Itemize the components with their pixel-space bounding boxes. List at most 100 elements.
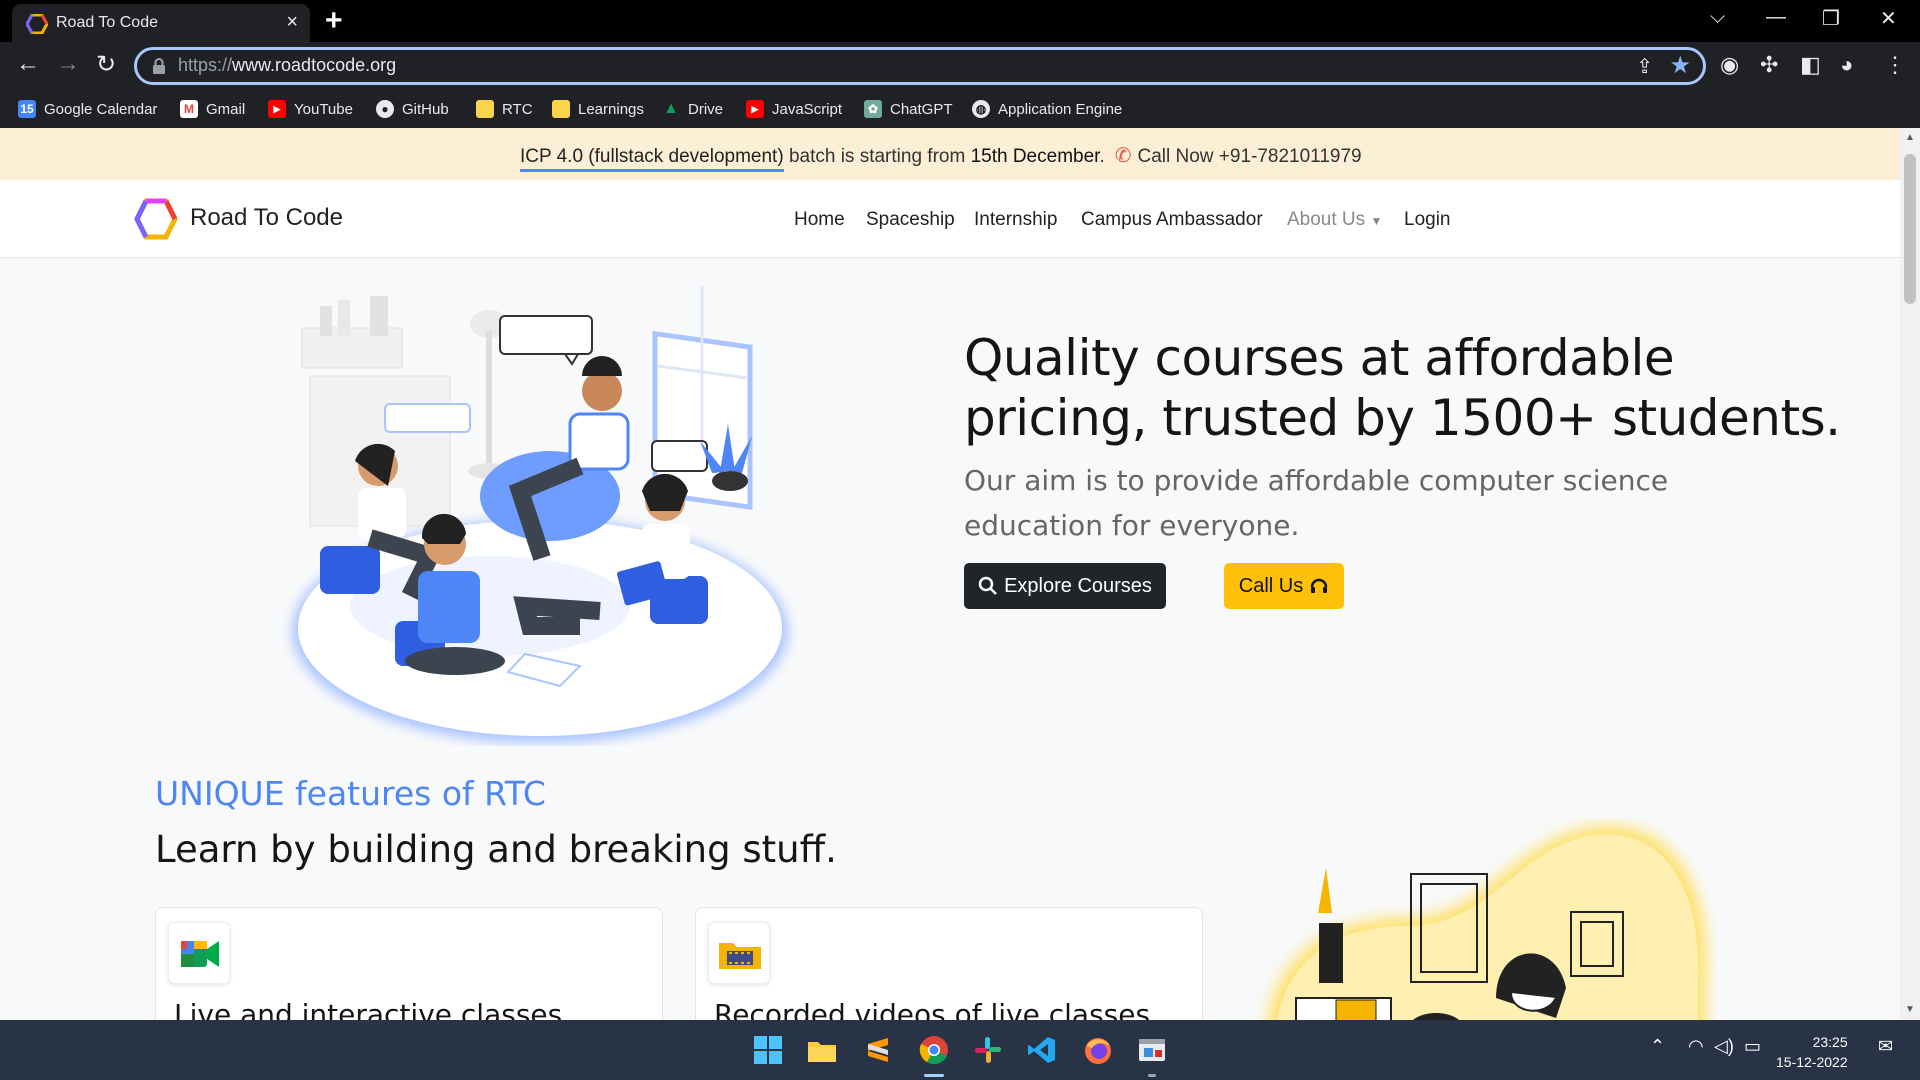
scroll-down-arrow-icon[interactable]: ▼ <box>1905 1004 1915 1015</box>
user-avatar-icon[interactable]: ◕ <box>1840 52 1853 78</box>
tab-search-icon[interactable]: ⌵ <box>1710 6 1725 29</box>
chrome-active-indicator <box>924 1074 944 1077</box>
features-heading: UNIQUE features of RTC <box>155 774 546 813</box>
windows-start-icon[interactable] <box>752 1034 784 1066</box>
volume-icon[interactable]: ◁) <box>1714 1036 1734 1057</box>
bookmark-rtc[interactable]: RTC <box>476 97 533 121</box>
chatgpt-icon: ✿ <box>864 100 882 118</box>
share-icon[interactable]: ⇪ <box>1636 54 1653 79</box>
rtc-favicon-icon <box>26 14 48 34</box>
folder-icon <box>476 100 494 118</box>
reload-button[interactable]: ↻ <box>96 50 116 79</box>
battery-icon[interactable]: ▭ <box>1744 1036 1761 1057</box>
rtc-logo-icon[interactable] <box>134 198 178 240</box>
features-illustration <box>1268 825 1707 1020</box>
back-button[interactable]: ← <box>16 50 40 78</box>
caret-down-icon: ▼ <box>1370 214 1383 228</box>
nav-about-us-dropdown[interactable]: About Us ▼ <box>1287 209 1382 231</box>
nav-login[interactable]: Login <box>1404 209 1451 231</box>
tab-close-icon[interactable]: × <box>286 11 298 34</box>
minimize-button[interactable]: — <box>1766 6 1786 29</box>
scrollbar-thumb[interactable] <box>1904 154 1916 304</box>
batch-date: 15th December <box>970 146 1100 167</box>
nav-home[interactable]: Home <box>794 209 845 231</box>
restore-button[interactable]: ❐ <box>1822 6 1840 31</box>
bookmark-youtube[interactable]: ▶ YouTube <box>268 97 353 121</box>
app-running-indicator <box>1148 1074 1156 1077</box>
google-meet-icon <box>168 922 230 984</box>
feature-card-title: Live and interactive classes. <box>174 998 572 1020</box>
feature-card-live-classes[interactable]: Live and interactive classes. <box>155 907 663 1020</box>
call-us-label: Call Us <box>1238 574 1304 597</box>
announcement-period: . <box>1099 146 1105 167</box>
scroll-up-arrow-icon[interactable]: ▲ <box>1905 132 1915 143</box>
menu-kebab-icon[interactable]: ⋮ <box>1884 52 1906 78</box>
sublime-text-icon[interactable] <box>862 1034 894 1066</box>
chrome-icon[interactable] <box>918 1034 950 1066</box>
file-explorer-icon[interactable] <box>806 1034 838 1066</box>
hero-title: Quality courses at affordable pricing, t… <box>964 329 1841 447</box>
feature-card-recorded-videos[interactable]: Recorded videos of live classes. <box>695 907 1203 1020</box>
bookmark-github[interactable]: ● GitHub <box>376 97 449 121</box>
new-tab-button[interactable]: + <box>325 4 343 38</box>
clock-date: 15-12-2022 <box>1776 1054 1848 1070</box>
browser-tab[interactable]: Road To Code × <box>12 4 310 42</box>
phone-icon: ✆ <box>1114 145 1132 167</box>
notifications-icon[interactable]: ✉ <box>1878 1036 1893 1057</box>
search-icon <box>978 576 997 595</box>
call-now-link[interactable]: Call Now +91-7821011979 <box>1137 146 1361 167</box>
address-bar[interactable]: https://www.roadtocode.org ⇪ ★ <box>134 47 1706 85</box>
calendar-icon: 15 <box>18 100 36 118</box>
bookmark-drive[interactable]: ▲ Drive <box>662 97 723 121</box>
windows-taskbar: ⌃ ◠ ◁) ▭ 23:25 15-12-2022 ✉ <box>0 1020 1920 1080</box>
folder-icon <box>552 100 570 118</box>
side-panel-icon[interactable]: ◧ <box>1800 52 1821 78</box>
brand-name[interactable]: Road To Code <box>190 204 343 232</box>
headset-icon <box>1310 578 1328 593</box>
hero-people-illustration <box>292 286 788 743</box>
icp-course-link[interactable]: ICP 4.0 (fullstack development) <box>520 146 784 172</box>
announcement-bar: ICP 4.0 (fullstack development) batch is… <box>0 128 1900 180</box>
forward-button[interactable]: → <box>56 50 80 78</box>
drive-icon: ▲ <box>663 100 679 117</box>
bookmark-google-calendar[interactable]: 15 Google Calendar <box>18 97 157 121</box>
globe-icon: ◍ <box>972 100 990 118</box>
profile-extension-icon[interactable]: ◉ <box>1720 52 1739 78</box>
bookmark-application-engine[interactable]: ◍ Application Engine <box>972 97 1122 121</box>
hero-subtitle: Our aim is to provide affordable compute… <box>964 464 1669 542</box>
slack-icon[interactable] <box>972 1034 1004 1066</box>
call-us-button[interactable]: Call Us <box>1224 563 1344 609</box>
tab-title: Road To Code <box>56 14 158 31</box>
features-subheading: Learn by building and breaking stuff. <box>155 828 837 871</box>
browser-toolbar: ← → ↻ https://www.roadtocode.org ⇪ ★ ◉ ✣… <box>0 42 1920 90</box>
video-folder-icon <box>708 922 770 984</box>
vscode-icon[interactable] <box>1026 1034 1058 1066</box>
wifi-icon[interactable]: ◠ <box>1688 1036 1704 1057</box>
page-scrollbar[interactable]: ▲ ▼ <box>1900 128 1920 1020</box>
extensions-puzzle-icon[interactable]: ✣ <box>1760 52 1778 78</box>
bookmark-chatgpt[interactable]: ✿ ChatGPT <box>864 97 953 121</box>
lock-icon <box>153 58 165 74</box>
youtube-icon: ▶ <box>746 100 764 118</box>
bookmark-gmail[interactable]: M Gmail <box>180 97 245 121</box>
firefox-icon[interactable] <box>1082 1034 1114 1066</box>
clock-time: 23:25 <box>1812 1034 1848 1050</box>
nav-campus-ambassador[interactable]: Campus Ambassador <box>1081 209 1263 231</box>
bookmark-star-icon[interactable]: ★ <box>1669 51 1691 80</box>
close-window-button[interactable]: ✕ <box>1880 6 1897 31</box>
announcement-text: batch is starting from <box>783 146 971 167</box>
github-icon: ● <box>376 100 394 118</box>
nav-internship[interactable]: Internship <box>974 209 1057 231</box>
bookmark-javascript[interactable]: ▶ JavaScript <box>746 97 842 121</box>
browser-tab-strip: Road To Code × + ⌵ — ❐ ✕ <box>0 0 1920 42</box>
bookmarks-bar: 15 Google Calendar M Gmail ▶ YouTube ● GitHu… <box>0 90 1920 128</box>
show-hidden-icons-chevron-icon[interactable]: ⌃ <box>1650 1036 1665 1057</box>
feature-card-title: Recorded videos of live classes. <box>714 998 1159 1020</box>
app-window-icon[interactable] <box>1136 1034 1168 1066</box>
explore-courses-button[interactable]: Explore Courses <box>964 563 1166 609</box>
nav-spaceship[interactable]: Spaceship <box>866 209 955 231</box>
explore-courses-label: Explore Courses <box>1004 574 1152 597</box>
system-clock[interactable]: 23:25 15-12-2022 <box>1776 1032 1848 1072</box>
url-text[interactable]: https://www.roadtocode.org <box>178 55 396 76</box>
bookmark-learnings[interactable]: Learnings <box>552 97 644 121</box>
